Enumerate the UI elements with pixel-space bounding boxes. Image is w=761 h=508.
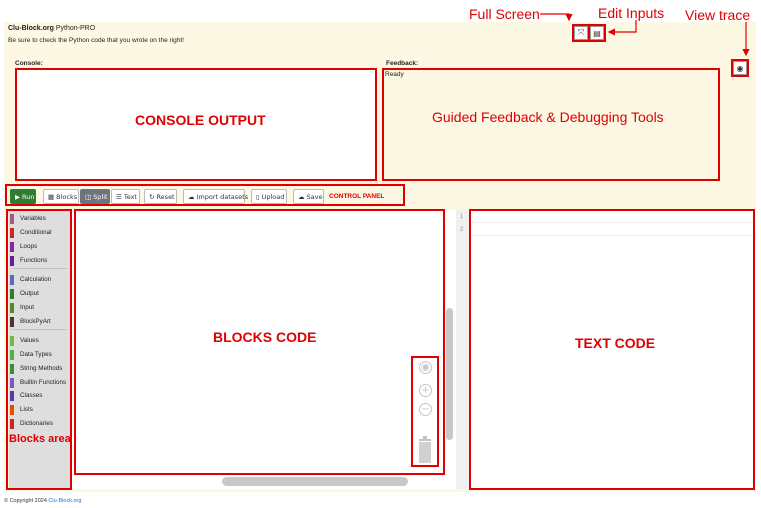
text-code-annotation: TEXT CODE: [575, 335, 656, 351]
blocks-area-highlight: [6, 209, 72, 490]
full-screen-annotation: Full Screen: [469, 6, 540, 22]
console-output-annotation: CONSOLE OUTPUT: [135, 112, 266, 128]
console-label: Console:: [15, 60, 43, 67]
product-name: Python-PRO: [55, 25, 96, 32]
edit-inputs-annotation: Edit Inputs: [598, 5, 665, 21]
edit-inputs-highlight: [588, 24, 606, 42]
view-trace-annotation: View trace: [685, 7, 751, 23]
brand-name: Clu-Block.org: [8, 25, 54, 32]
footer-link[interactable]: Clu-Block.org: [48, 498, 81, 504]
footer: © Copyright 2024 Clu-Block.org: [4, 498, 81, 504]
guided-feedback-annotation: Guided Feedback & Debugging Tools: [432, 109, 664, 125]
page-subtitle: Be sure to check the Python code that yo…: [8, 37, 184, 44]
copyright-text: © Copyright 2024: [4, 498, 47, 504]
feedback-label: Feedback:: [386, 60, 419, 67]
line-number: 1: [460, 214, 464, 220]
blocks-area-annotation: Blocks area: [9, 433, 71, 445]
workspace-vertical-scrollbar[interactable]: [446, 308, 453, 440]
line-number: 2: [460, 227, 464, 233]
control-panel-highlight: [5, 184, 405, 206]
workspace-controls-highlight: [411, 356, 439, 467]
workspace-horizontal-scrollbar[interactable]: [222, 477, 408, 486]
page-title: Clu-Block.org Python-PRO: [8, 25, 95, 32]
blocks-code-annotation: BLOCKS CODE: [213, 329, 317, 345]
editor-gutter: [456, 210, 470, 489]
view-trace-highlight: [731, 59, 749, 77]
